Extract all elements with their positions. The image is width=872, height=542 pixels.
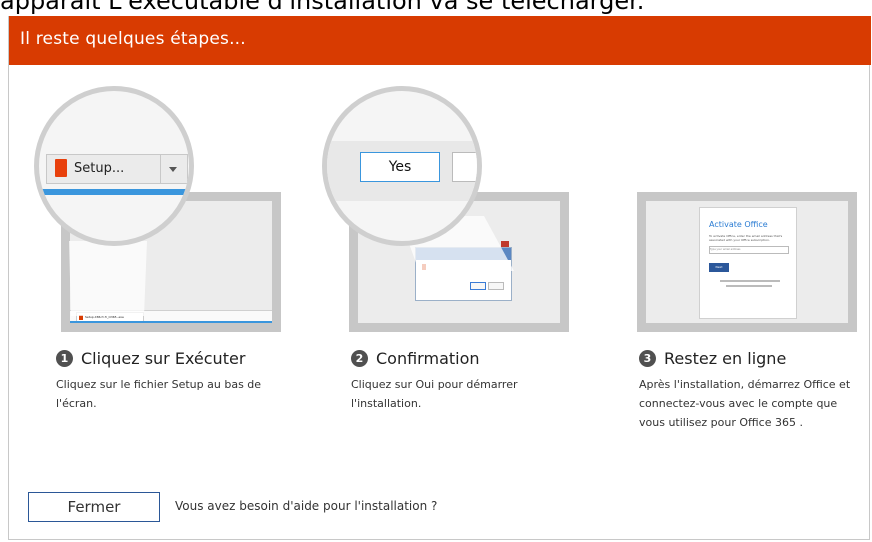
blue-progress-bar [39,189,189,195]
step-1-magnifier: Setup... [34,86,194,246]
step-2-title: Confirmation [376,349,480,368]
activate-text: To activate Office, enter the email addr… [709,234,783,242]
activate-footer-text-line [720,280,780,282]
activate-next-button: Next [709,263,729,272]
help-link[interactable]: Vous avez besoin d'aide pour l'installat… [175,499,437,513]
activate-office-mock: Activate Office To activate Office, ente… [699,207,797,319]
setup-divider [160,155,161,183]
office-logo-icon [55,159,67,177]
activate-title: Activate Office [709,220,768,229]
close-button[interactable]: Fermer [28,492,160,522]
step-3-title: Restez en ligne [664,349,787,368]
activate-input-placeholder: Type your email address [710,248,741,251]
step-1-title: Cliquez sur Exécuter [81,349,246,368]
step-1-title-row: 1 Cliquez sur Exécuter [56,349,245,368]
activate-next-label: Next [715,265,723,269]
step-2-description: Cliquez sur Oui pour démarrer l'installa… [351,378,518,410]
step-3-description: Après l'installation, démarrez Office et… [639,378,851,429]
chevron-down-icon [169,167,177,172]
step-3: Activate Office To activate Office, ente… [599,16,871,456]
yes-button-label: Yes [388,159,412,175]
setup-button-mock: Setup... [46,154,188,184]
step-1-description: Cliquez sur le fichier Setup au bas de l… [56,378,262,410]
step-2-title-row: 2 Confirmation [351,349,480,368]
activate-email-input: Type your email address [709,246,789,254]
yes-button-mock: Yes [360,152,440,182]
install-dialog: Il reste quelques étapes... Setup.X86.fr… [8,16,871,540]
setup-button-label: Setup... [74,161,125,176]
step-3-number-badge: 3 [639,350,656,367]
step-3-screen: Activate Office To activate Office, ente… [646,201,848,323]
step-2-magnifier: Yes [322,86,482,246]
step-1-number-badge: 1 [56,350,73,367]
step-2: Yes 2 Confirmation Cliquez sur Oui pour … [309,16,599,456]
no-button-mock [452,152,477,182]
activate-footer-text-line [726,285,772,287]
step-2-number-badge: 2 [351,350,368,367]
page-caption: apparaît L'exécutable d'installation va … [0,0,645,15]
step-3-title-row: 3 Restez en ligne [639,349,786,368]
step-3-monitor: Activate Office To activate Office, ente… [637,192,857,332]
step-1: Setup.X86.fr-fr_O365..exe Setup... 1 Cli… [9,16,309,456]
